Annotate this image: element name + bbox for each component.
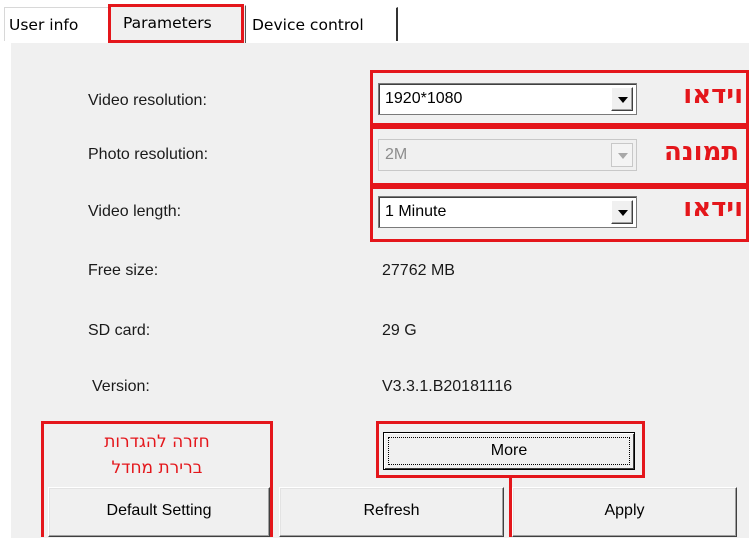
free-size-label: Free size: [88, 262, 159, 279]
video-resolution-label: Video resolution: [88, 92, 207, 109]
photo-resolution-label: Photo resolution: [88, 146, 209, 163]
refresh-button[interactable]: Refresh [279, 487, 504, 537]
photo-resolution-annotation: תמונה [664, 137, 740, 167]
parameters-tab-highlight [108, 4, 244, 43]
refresh-button-label: Refresh [363, 502, 420, 519]
apply-button[interactable]: Apply [512, 487, 737, 537]
tab-user-info[interactable]: User info [4, 7, 110, 41]
default-setting-highlight [41, 421, 273, 537]
version-label: Version: [92, 378, 150, 395]
tab-device-control[interactable]: Device control [246, 7, 398, 41]
free-size-value: 27762 MB [382, 262, 455, 279]
more-button-highlight [376, 421, 645, 478]
version-value: V3.3.1.B20181116 [382, 378, 513, 395]
video-length-annotation: וידאו [683, 193, 743, 223]
video-resolution-annotation: וידאו [683, 80, 743, 110]
sd-card-label: SD card: [88, 322, 151, 339]
video-length-label: Video length: [88, 203, 182, 220]
apply-button-label: Apply [604, 502, 645, 519]
sd-card-value: 29 G [382, 322, 417, 339]
